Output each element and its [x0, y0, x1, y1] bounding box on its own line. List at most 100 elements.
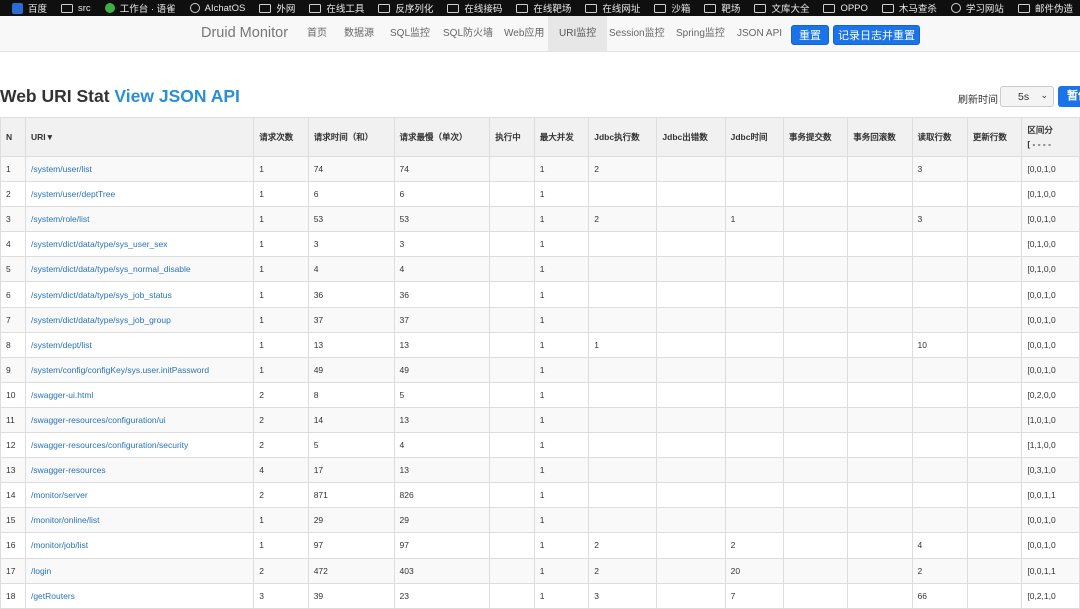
bookmark-item[interactable]: 在线网址 — [585, 1, 640, 15]
bookmark-item[interactable]: 文库大全 — [754, 1, 809, 15]
uri-link-cell[interactable]: /system/user/deptTree — [24, 181, 255, 208]
col-request-time-sum-header[interactable]: 请求时间（和） — [307, 117, 395, 157]
uri-link-cell[interactable]: /system/user/list — [24, 155, 255, 183]
uri-link-cell[interactable]: /system/dict/data/type/sys_normal_disabl… — [24, 256, 255, 283]
table-row: 4/system/dict/data/type/sys_user_sex 1 3 3 1… — [0, 231, 1080, 258]
bookmark-item[interactable]: 反序列化 — [378, 1, 433, 15]
bookmark-item[interactable]: 学习网站 — [950, 1, 1004, 15]
view-json-api-link[interactable]: View JSON API — [114, 86, 239, 106]
jdbc-time-cell — [724, 256, 784, 283]
uri-link-cell[interactable]: /monitor/server — [24, 482, 255, 509]
uri-link-cell[interactable]: /system/dict/data/type/sys_job_status — [24, 281, 255, 308]
bookmark-item[interactable]: 邮件伪造 — [1017, 1, 1073, 15]
nav-web-app[interactable]: Web应用 — [504, 16, 544, 51]
rows-read-cell — [911, 457, 968, 484]
running-count-cell — [489, 306, 535, 333]
bookmark-item[interactable]: 工作台 · 语雀 — [104, 1, 176, 15]
bookmark-item[interactable]: 沙箱 — [654, 1, 690, 15]
col-max-concurrent-header[interactable]: 最大并发 — [533, 117, 590, 157]
uri-link-cell[interactable]: /system/dept/list — [24, 331, 255, 358]
uri-link-cell[interactable]: /monitor/online/list — [24, 507, 255, 534]
nav-spring-monitor[interactable]: Spring监控 — [676, 16, 725, 51]
bookmark-item[interactable]: 在线接码 — [447, 1, 502, 15]
request-count-cell: 1 — [253, 206, 309, 233]
reset-button[interactable]: 重置 — [791, 25, 829, 45]
bookmark-item[interactable]: OPPO — [823, 3, 868, 14]
rows-updated-cell — [966, 507, 1023, 534]
histogram-cell: [1,0,1,0 — [1021, 406, 1080, 434]
bookmark-item[interactable]: 在线靶场 — [516, 1, 571, 15]
uri-link-cell[interactable]: /system/dict/data/type/sys_user_sex — [24, 231, 255, 258]
log-and-reset-button[interactable]: 记录日志并重置 — [833, 25, 920, 45]
pause-button[interactable]: 暂停 — [1058, 86, 1080, 107]
brand-title[interactable]: Druid Monitor — [201, 25, 288, 41]
uri-link-cell[interactable]: /monitor/job/list — [24, 532, 255, 559]
bookmark-item[interactable]: 木马查杀 — [881, 1, 937, 15]
uri-link-cell[interactable]: /swagger-resources/configuration/ui — [24, 406, 255, 434]
bookmark-item[interactable]: AIchatOS — [189, 3, 245, 14]
table-header-row: N URI▼ 请求次数 请求时间（和） 请求最慢（单次） 执行中 最大并发 Jdbc执行数 Jd… — [0, 117, 1080, 157]
col-running-header[interactable]: 执行中 — [489, 117, 535, 157]
col-rows-read-header[interactable]: 读取行数 — [911, 117, 968, 157]
uri-link-cell[interactable]: /system/config/configKey/sys.user.initPa… — [24, 356, 255, 383]
uri-link-cell[interactable]: /system/role/list — [24, 206, 255, 233]
col-tx-commit-header[interactable]: 事务提交数 — [782, 117, 849, 157]
row-number-cell: 17 — [0, 557, 26, 584]
tx-rollback-count-cell — [847, 281, 913, 308]
uri-link-cell[interactable]: /swagger-ui.html — [24, 381, 255, 408]
max-concurrent-cell: 1 — [533, 557, 590, 584]
jdbc-time-cell — [724, 432, 784, 459]
nav-json-api[interactable]: JSON API — [737, 16, 782, 51]
col-jdbc-error-header[interactable]: Jdbc出错数 — [656, 117, 726, 157]
nav-datasource[interactable]: 数据源 — [344, 16, 374, 51]
globe-icon — [950, 3, 961, 13]
uri-link-cell[interactable]: /getRouters — [24, 582, 255, 609]
jdbc-exec-count-cell — [588, 181, 658, 208]
request-time-sum-cell: 4 — [307, 256, 395, 283]
uri-link-cell[interactable]: /login — [24, 557, 255, 584]
uri-link-cell[interactable]: /swagger-resources — [24, 457, 255, 484]
col-tx-rollback-header[interactable]: 事务回滚数 — [847, 117, 913, 157]
bookmark-item[interactable]: 在线工具 — [309, 1, 364, 15]
bookmark-item[interactable]: 外网 — [259, 1, 295, 15]
refresh-interval-select[interactable]: 5s ⌄ — [1000, 86, 1054, 107]
row-number-cell: 5 — [0, 256, 26, 283]
request-time-sum-cell: 53 — [307, 206, 395, 233]
request-slowest-cell: 74 — [393, 155, 491, 183]
request-time-sum-cell: 8 — [307, 381, 395, 408]
col-jdbc-time-header[interactable]: Jdbc时间 — [724, 117, 784, 157]
rows-updated-cell — [966, 482, 1023, 509]
jdbc-error-count-cell — [656, 406, 726, 434]
request-slowest-cell: 3 — [393, 231, 491, 258]
table-row: 10/swagger-ui.html 2 8 5 1 [0,2,0,0 — [0, 381, 1080, 408]
running-count-cell — [489, 181, 535, 208]
bookmark-item[interactable]: 靶场 — [704, 1, 740, 15]
nav-sql-firewall[interactable]: SQL防火墙 — [443, 16, 493, 51]
max-concurrent-cell: 1 — [533, 507, 590, 534]
page-title: Web URI Stat View JSON API — [0, 86, 240, 107]
col-request-slowest-header[interactable]: 请求最慢（单次） — [393, 117, 491, 157]
col-request-count-header[interactable]: 请求次数 — [253, 117, 309, 157]
jdbc-time-cell — [724, 507, 784, 534]
nav-home[interactable]: 首页 — [307, 16, 327, 51]
uri-link-cell[interactable]: /system/dict/data/type/sys_job_group — [24, 306, 255, 333]
request-count-cell: 1 — [253, 507, 309, 534]
request-slowest-cell: 49 — [393, 356, 491, 383]
bookmark-item[interactable]: 百度 — [12, 1, 47, 15]
bookmark-label: 在线工具 — [326, 4, 365, 15]
col-histogram-header[interactable]: 区间分 [ - - - - — [1021, 117, 1080, 157]
jdbc-exec-count-cell: 2 — [588, 557, 658, 584]
folder-icon — [259, 3, 272, 13]
nav-session-monitor[interactable]: Session监控 — [609, 16, 665, 51]
nav-uri-monitor[interactable]: URI监控 — [548, 16, 608, 51]
jdbc-error-count-cell — [656, 482, 726, 509]
col-n-header[interactable]: N — [0, 117, 26, 157]
jdbc-exec-count-cell: 3 — [588, 582, 658, 609]
bookmark-item[interactable]: src — [61, 3, 91, 14]
bookmark-label: 百度 — [28, 4, 48, 15]
uri-link-cell[interactable]: /swagger-resources/configuration/securit… — [24, 432, 255, 459]
col-uri-header[interactable]: URI▼ — [24, 117, 255, 157]
nav-sql-monitor[interactable]: SQL监控 — [390, 16, 430, 51]
col-rows-updated-header[interactable]: 更新行数 — [966, 117, 1023, 157]
col-jdbc-exec-header[interactable]: Jdbc执行数 — [588, 117, 658, 157]
